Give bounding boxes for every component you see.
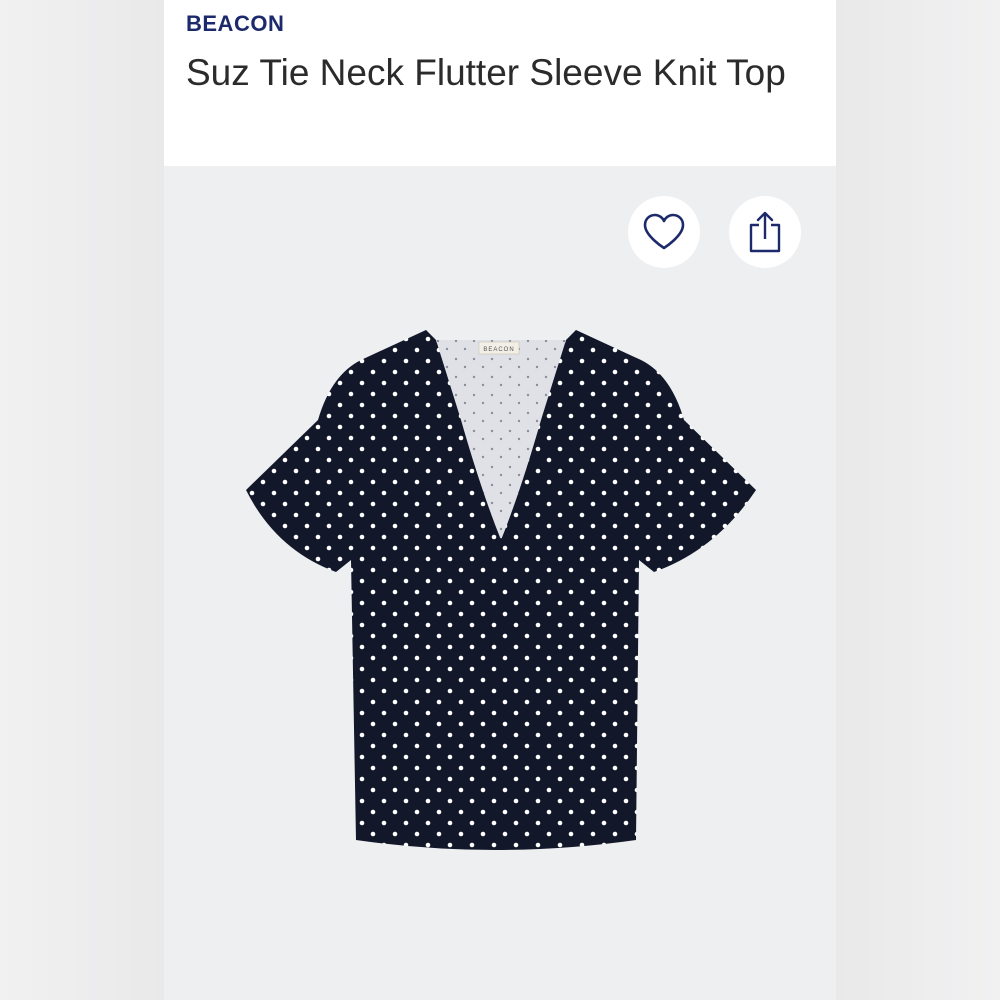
share-icon [749, 211, 781, 253]
heart-icon [643, 213, 685, 250]
share-button[interactable] [729, 196, 801, 268]
product-header: BEACON Suz Tie Neck Flutter Sleeve Knit … [164, 0, 836, 166]
favorite-button[interactable] [628, 196, 700, 268]
polka-dot-top-illustration: BEACON [246, 330, 756, 850]
left-backdrop [0, 0, 164, 1000]
garment-label-text: BEACON [483, 347, 514, 353]
right-backdrop [836, 0, 1000, 1000]
brand-name[interactable]: BEACON [186, 11, 284, 37]
product-image[interactable]: BEACON [236, 300, 766, 880]
product-title: Suz Tie Neck Flutter Sleeve Knit Top [186, 52, 786, 93]
product-panel: BEACON Suz Tie Neck Flutter Sleeve Knit … [164, 0, 836, 1000]
